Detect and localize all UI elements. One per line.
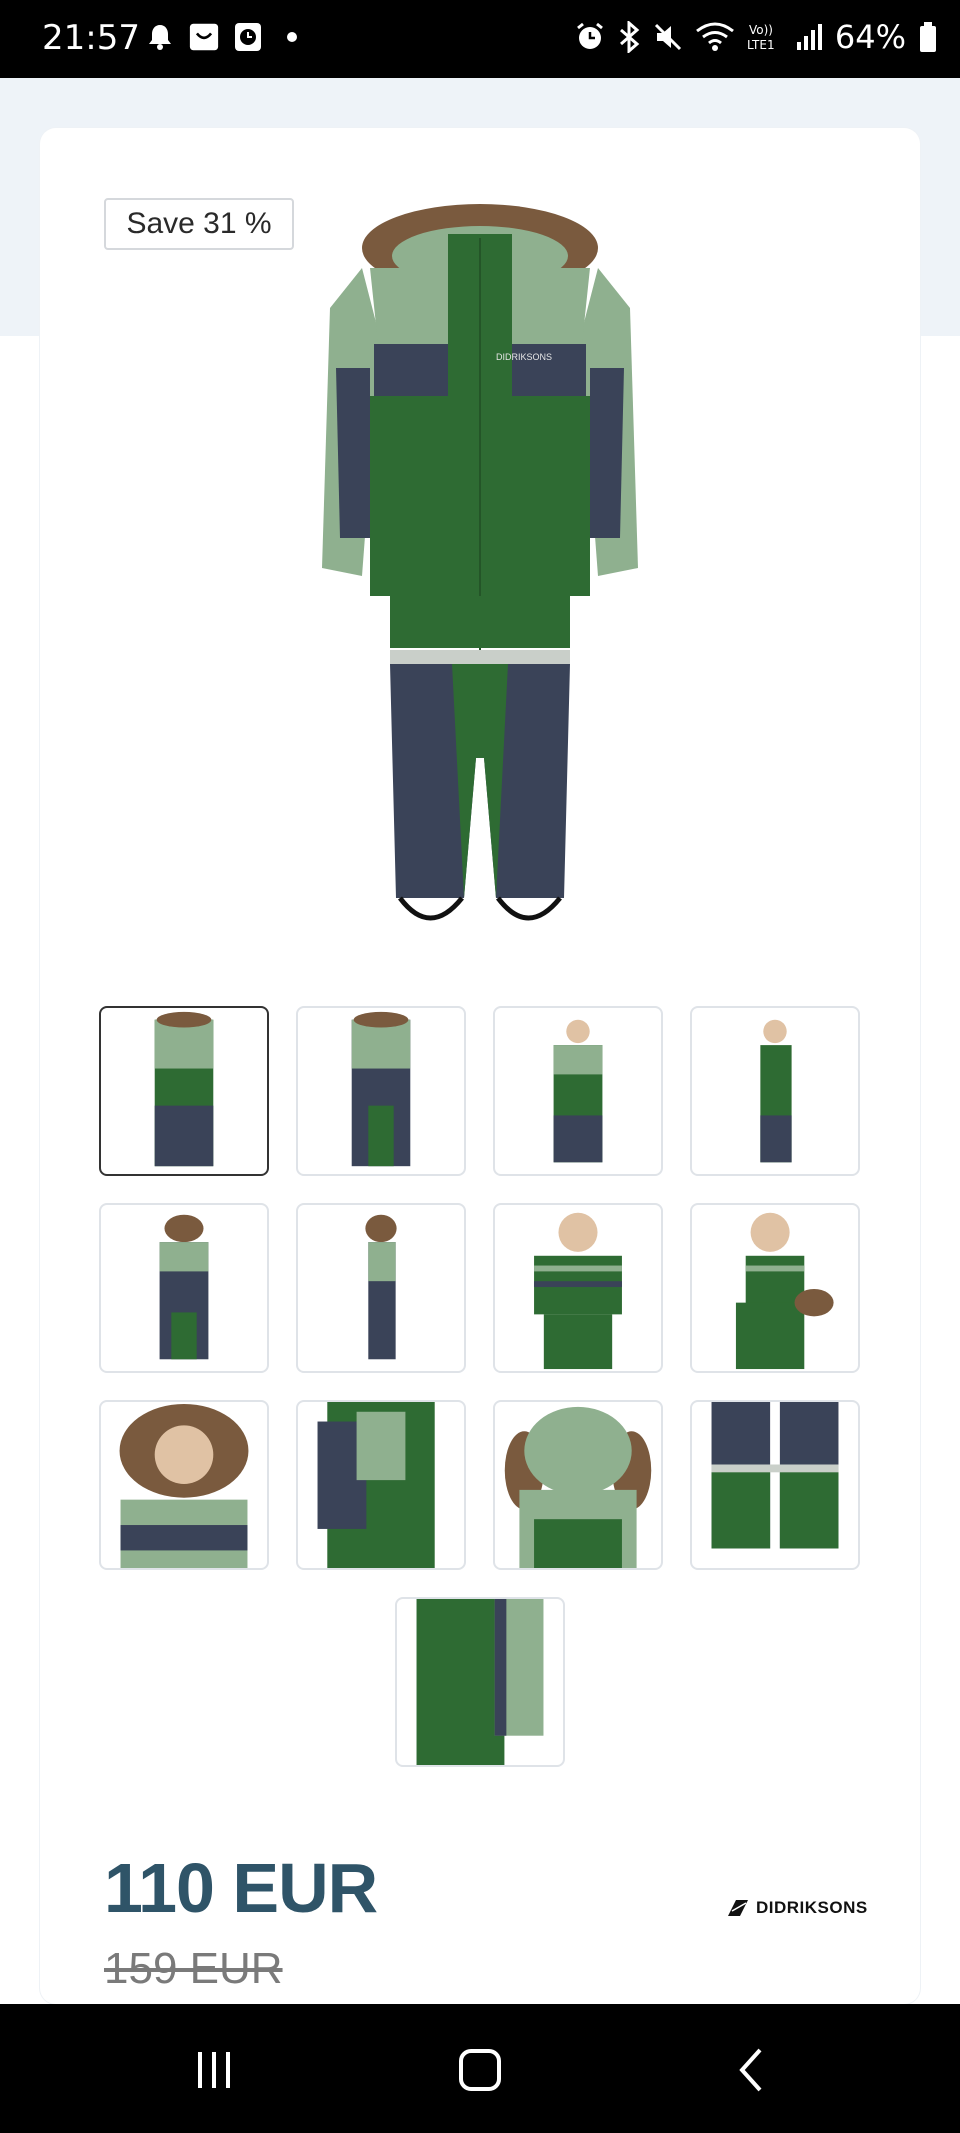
thumbnail-3[interactable] <box>493 1006 663 1176</box>
bluetooth-icon <box>619 21 640 53</box>
product-main-image[interactable]: DIDRIKSONS <box>300 198 660 958</box>
thumbnail-1[interactable] <box>99 1006 269 1176</box>
volte-icon: Vo))LTE1 <box>747 23 775 52</box>
thumbnail-11[interactable] <box>493 1400 663 1570</box>
brand-name: DIDRIKSONS <box>756 1898 868 1917</box>
svg-text:LTE1: LTE1 <box>747 38 775 52</box>
battery-percent: 64% <box>834 18 906 56</box>
wifi-icon <box>695 22 734 51</box>
thumbnail-12[interactable] <box>690 1400 860 1570</box>
home-button[interactable] <box>440 2038 520 2102</box>
dot-icon <box>277 20 307 54</box>
original-price: 159 EUR <box>104 1944 283 1993</box>
status-bar: 21:57 Vo)) LTE1 64% <box>0 0 960 78</box>
battery-icon <box>920 22 936 52</box>
app-icon <box>189 20 219 54</box>
recent-apps-icon <box>198 2052 230 2088</box>
notification-bell-icon <box>145 20 175 54</box>
home-icon <box>459 2049 501 2091</box>
back-icon <box>739 2048 762 2092</box>
system-nav-bar <box>0 2004 960 2133</box>
brand-logo[interactable]: DIDRIKSONS <box>724 1898 868 1918</box>
status-time: 21:57 <box>42 18 140 58</box>
recent-apps-button[interactable] <box>174 2038 254 2102</box>
didriksons-logo-icon <box>728 1900 748 1916</box>
thumbnail-2[interactable] <box>296 1006 466 1176</box>
svg-text:DIDRIKSONS: DIDRIKSONS <box>496 352 552 362</box>
current-price: 110 EUR <box>104 1849 378 1927</box>
thumbnail-13[interactable] <box>395 1597 565 1767</box>
thumbnail-5[interactable] <box>99 1203 269 1373</box>
discount-badge: Save 31 % <box>104 198 294 250</box>
status-left-icons <box>145 20 307 54</box>
thumbnail-8[interactable] <box>690 1203 860 1373</box>
thumbnail-10[interactable] <box>296 1400 466 1570</box>
signal-icon <box>796 24 822 50</box>
alarm-icon <box>576 22 603 49</box>
mute-icon <box>654 23 681 51</box>
thumbnail-4[interactable] <box>690 1006 860 1176</box>
status-right-icons: Vo)) LTE1 64% <box>575 18 938 56</box>
thumbnail-7[interactable] <box>493 1203 663 1373</box>
thumbnail-6[interactable] <box>296 1203 466 1373</box>
svg-text:Vo)): Vo)) <box>749 23 773 37</box>
app-clock-icon <box>233 20 263 54</box>
thumbnail-9[interactable] <box>99 1400 269 1570</box>
back-button[interactable] <box>712 2038 792 2102</box>
